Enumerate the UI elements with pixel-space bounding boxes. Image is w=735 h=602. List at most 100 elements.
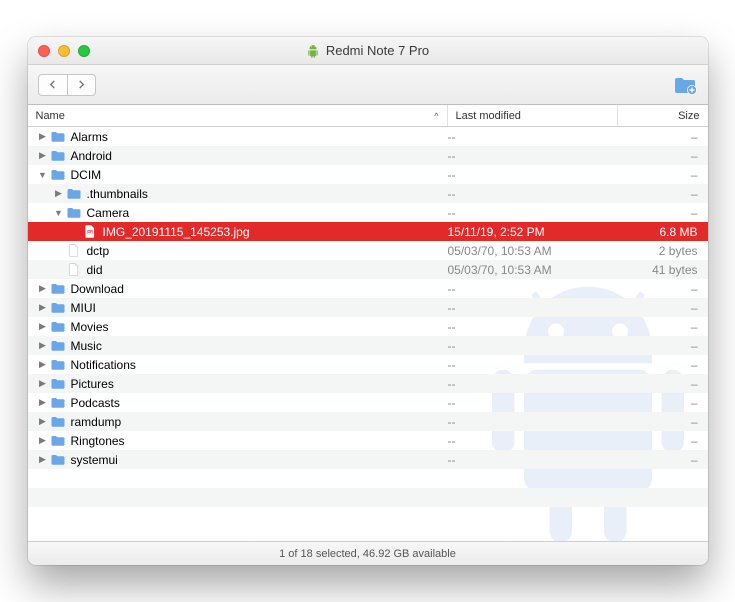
file-size: – — [618, 320, 708, 334]
table-row[interactable]: ▶MIUI--– — [28, 298, 708, 317]
folder-icon — [50, 453, 66, 466]
table-row[interactable]: ▶Alarms--– — [28, 127, 708, 146]
header-size[interactable]: Size — [618, 105, 708, 126]
status-bar: 1 of 18 selected, 46.92 GB available — [28, 541, 708, 565]
table-row[interactable]: ▶Podcasts--– — [28, 393, 708, 412]
file-size: – — [618, 339, 708, 353]
file-name: systemui — [71, 453, 118, 467]
file-name: Download — [71, 282, 124, 296]
folder-icon — [50, 396, 66, 409]
table-row[interactable]: ▼Camera--– — [28, 203, 708, 222]
disclosure-closed-icon[interactable]: ▶ — [38, 150, 48, 161]
file-name: Pictures — [71, 377, 114, 391]
header-size-label: Size — [678, 110, 699, 122]
header-modified[interactable]: Last modified — [448, 105, 618, 126]
folder-icon — [66, 206, 82, 219]
window-title: Redmi Note 7 Pro — [28, 43, 708, 58]
file-list[interactable]: ▶Alarms--–▶Android--–▼DCIM--–▶.thumbnail… — [28, 127, 708, 541]
disclosure-closed-icon[interactable]: ▶ — [38, 435, 48, 446]
header-name[interactable]: Name ^ — [28, 105, 448, 126]
sort-indicator-icon: ^ — [434, 111, 438, 121]
file-size: – — [618, 434, 708, 448]
table-row[interactable]: ▼DCIM--– — [28, 165, 708, 184]
modified-date: -- — [448, 282, 618, 296]
file-size: – — [618, 358, 708, 372]
modified-date: 05/03/70, 10:53 AM — [448, 244, 618, 258]
window-title-text: Redmi Note 7 Pro — [326, 43, 429, 58]
folder-icon — [50, 415, 66, 428]
nav-segment — [38, 74, 96, 96]
modified-date: -- — [448, 434, 618, 448]
modified-date: -- — [448, 206, 618, 220]
table-row[interactable]: ▶ Download --– — [28, 279, 708, 298]
file-size: – — [618, 206, 708, 220]
table-row[interactable]: ▶.thumbnails--– — [28, 184, 708, 203]
file-name: ramdump — [71, 415, 122, 429]
modified-date: -- — [448, 358, 618, 372]
folder-icon — [50, 282, 66, 295]
table-row[interactable]: IMG_20191115_145253.jpg15/11/19, 2:52 PM… — [28, 222, 708, 241]
file-browser-window: Redmi Note 7 Pro Name ^ Last mod — [28, 37, 708, 565]
titlebar[interactable]: Redmi Note 7 Pro — [28, 37, 708, 65]
table-row[interactable]: dctp05/03/70, 10:53 AM2 bytes — [28, 241, 708, 260]
disclosure-closed-icon[interactable]: ▶ — [38, 416, 48, 427]
modified-date: -- — [448, 396, 618, 410]
folder-icon — [50, 434, 66, 447]
file-name: Movies — [71, 320, 109, 334]
disclosure-closed-icon[interactable]: ▶ — [38, 454, 48, 465]
table-row[interactable]: ▶ Movies --– — [28, 317, 708, 336]
disclosure-closed-icon[interactable]: ▶ — [38, 359, 48, 370]
new-folder-button[interactable] — [672, 74, 698, 96]
modified-date: -- — [448, 320, 618, 334]
back-button[interactable] — [39, 75, 67, 95]
toolbar — [28, 65, 708, 105]
folder-icon — [50, 339, 66, 352]
window-controls — [28, 45, 90, 57]
close-button[interactable] — [38, 45, 50, 57]
disclosure-open-icon[interactable]: ▼ — [38, 170, 48, 180]
disclosure-closed-icon[interactable]: ▶ — [54, 188, 64, 199]
disclosure-closed-icon[interactable]: ▶ — [38, 397, 48, 408]
column-headers: Name ^ Last modified Size — [28, 105, 708, 127]
folder-icon — [66, 187, 82, 200]
table-row[interactable]: did05/03/70, 10:53 AM41 bytes — [28, 260, 708, 279]
disclosure-closed-icon[interactable]: ▶ — [38, 378, 48, 389]
disclosure-closed-icon[interactable]: ▶ — [38, 302, 48, 313]
file-name: Notifications — [71, 358, 136, 372]
table-row[interactable]: ▶systemui--– — [28, 450, 708, 469]
modified-date: -- — [448, 377, 618, 391]
disclosure-open-icon[interactable]: ▼ — [54, 208, 64, 218]
table-row[interactable]: ▶Android--– — [28, 146, 708, 165]
file-size: 6.8 MB — [618, 225, 708, 239]
disclosure-closed-icon[interactable]: ▶ — [38, 340, 48, 351]
android-icon — [306, 44, 320, 58]
file-icon — [66, 244, 82, 257]
folder-icon — [50, 301, 66, 314]
disclosure-closed-icon[interactable]: ▶ — [38, 283, 48, 294]
file-size: – — [618, 396, 708, 410]
modified-date: -- — [448, 149, 618, 163]
file-name: did — [87, 263, 103, 277]
folder-icon — [50, 320, 66, 333]
forward-button[interactable] — [67, 75, 95, 95]
modified-date: -- — [448, 339, 618, 353]
disclosure-closed-icon[interactable]: ▶ — [38, 321, 48, 332]
table-row[interactable]: ▶Ringtones--– — [28, 431, 708, 450]
file-name: MIUI — [71, 301, 96, 315]
file-size: – — [618, 453, 708, 467]
minimize-button[interactable] — [58, 45, 70, 57]
table-row[interactable]: ▶ramdump--– — [28, 412, 708, 431]
table-row[interactable]: ▶ Notifications --– — [28, 355, 708, 374]
file-size: – — [618, 187, 708, 201]
table-row[interactable]: ▶Pictures--– — [28, 374, 708, 393]
folder-icon — [50, 377, 66, 390]
modified-date: 15/11/19, 2:52 PM — [448, 225, 618, 239]
modified-date: -- — [448, 168, 618, 182]
modified-date: -- — [448, 415, 618, 429]
empty-row — [28, 488, 708, 507]
disclosure-closed-icon[interactable]: ▶ — [38, 131, 48, 142]
file-size: – — [618, 282, 708, 296]
file-name: Alarms — [71, 130, 108, 144]
table-row[interactable]: ▶Music--– — [28, 336, 708, 355]
zoom-button[interactable] — [78, 45, 90, 57]
